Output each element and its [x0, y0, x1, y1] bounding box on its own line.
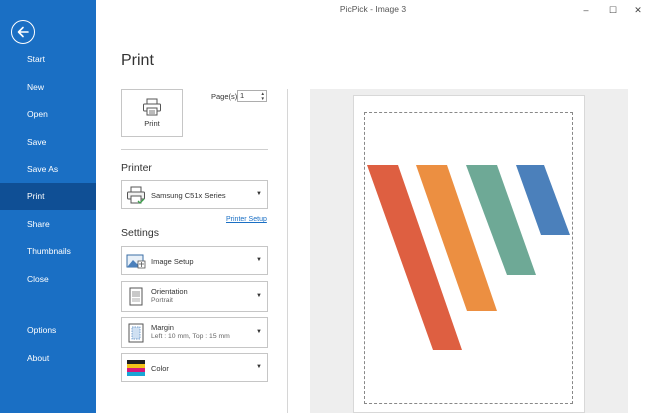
- orientation-label: Orientation: [151, 287, 188, 296]
- chevron-down-icon: ▼: [256, 257, 262, 263]
- sidebar-item-options[interactable]: Options: [0, 317, 96, 344]
- color-select[interactable]: Color ▼: [121, 353, 268, 382]
- chevron-down-icon: ▼: [256, 329, 262, 335]
- pages-value: 1: [240, 91, 245, 100]
- chevron-down-icon: ▼: [256, 191, 262, 197]
- sidebar-item-start[interactable]: Start: [0, 46, 96, 73]
- page-title: Print: [121, 52, 154, 69]
- sidebar-item-save-as[interactable]: Save As: [0, 156, 96, 183]
- color-icon: [127, 360, 145, 376]
- sidebar-item-thumbnails[interactable]: Thumbnails: [0, 238, 96, 265]
- title-bar: PicPick - Image 3: [96, 0, 650, 20]
- close-button[interactable]: ✕: [627, 2, 649, 18]
- sidebar-item-about[interactable]: About: [0, 345, 96, 372]
- sidebar: Start New Open Save Save As Print Share …: [0, 0, 96, 413]
- panel-divider: [287, 89, 288, 413]
- sidebar-item-share[interactable]: Share: [0, 211, 96, 238]
- printer-section-label: Printer: [121, 162, 152, 174]
- margin-value: Left : 10 mm, Top : 15 mm: [151, 333, 230, 340]
- pages-label: Page(s):: [211, 92, 240, 101]
- settings-section-label: Settings: [121, 227, 159, 239]
- orientation-icon: [129, 287, 143, 306]
- orientation-value: Portrait: [151, 297, 173, 304]
- sidebar-item-open[interactable]: Open: [0, 101, 96, 128]
- window-title: PicPick - Image 3: [339, 4, 407, 14]
- image-setup-select[interactable]: Image Setup ▼: [121, 246, 268, 275]
- logo-stripe-blue: [516, 165, 570, 235]
- printer-setup-link[interactable]: Printer Setup: [226, 216, 267, 223]
- back-arrow-icon[interactable]: [11, 20, 35, 44]
- sidebar-item-new[interactable]: New: [0, 74, 96, 101]
- maximize-button[interactable]: ☐: [602, 2, 624, 18]
- margin-icon: [128, 323, 144, 343]
- pages-input[interactable]: 1 ▲ ▼: [237, 90, 267, 102]
- print-button[interactable]: Print: [121, 89, 183, 137]
- printer-select[interactable]: Samsung C51x Series ▼: [121, 180, 268, 209]
- image-setup-label: Image Setup: [151, 257, 194, 266]
- pages-spinner[interactable]: ▲ ▼: [261, 91, 265, 101]
- printer-icon: [143, 98, 161, 116]
- scrollbar[interactable]: [640, 20, 650, 413]
- divider: [121, 149, 268, 150]
- sidebar-item-save[interactable]: Save: [0, 129, 96, 156]
- printer-name: Samsung C51x Series: [151, 191, 226, 200]
- chevron-down-icon: ▼: [256, 293, 262, 299]
- print-button-label: Print: [144, 119, 160, 128]
- orientation-select[interactable]: Orientation Portrait ▼: [121, 281, 268, 312]
- sidebar-item-close[interactable]: Close: [0, 266, 96, 293]
- sidebar-item-print[interactable]: Print: [0, 183, 96, 210]
- chevron-down-icon: ▼: [256, 364, 262, 370]
- preview-image: [367, 165, 570, 350]
- minimize-button[interactable]: –: [575, 2, 597, 18]
- printer-icon: [127, 186, 145, 204]
- color-label: Color: [151, 364, 169, 373]
- margin-label: Margin: [151, 323, 174, 332]
- margin-select[interactable]: Margin Left : 10 mm, Top : 15 mm ▼: [121, 317, 268, 348]
- image-setup-icon: [126, 254, 146, 269]
